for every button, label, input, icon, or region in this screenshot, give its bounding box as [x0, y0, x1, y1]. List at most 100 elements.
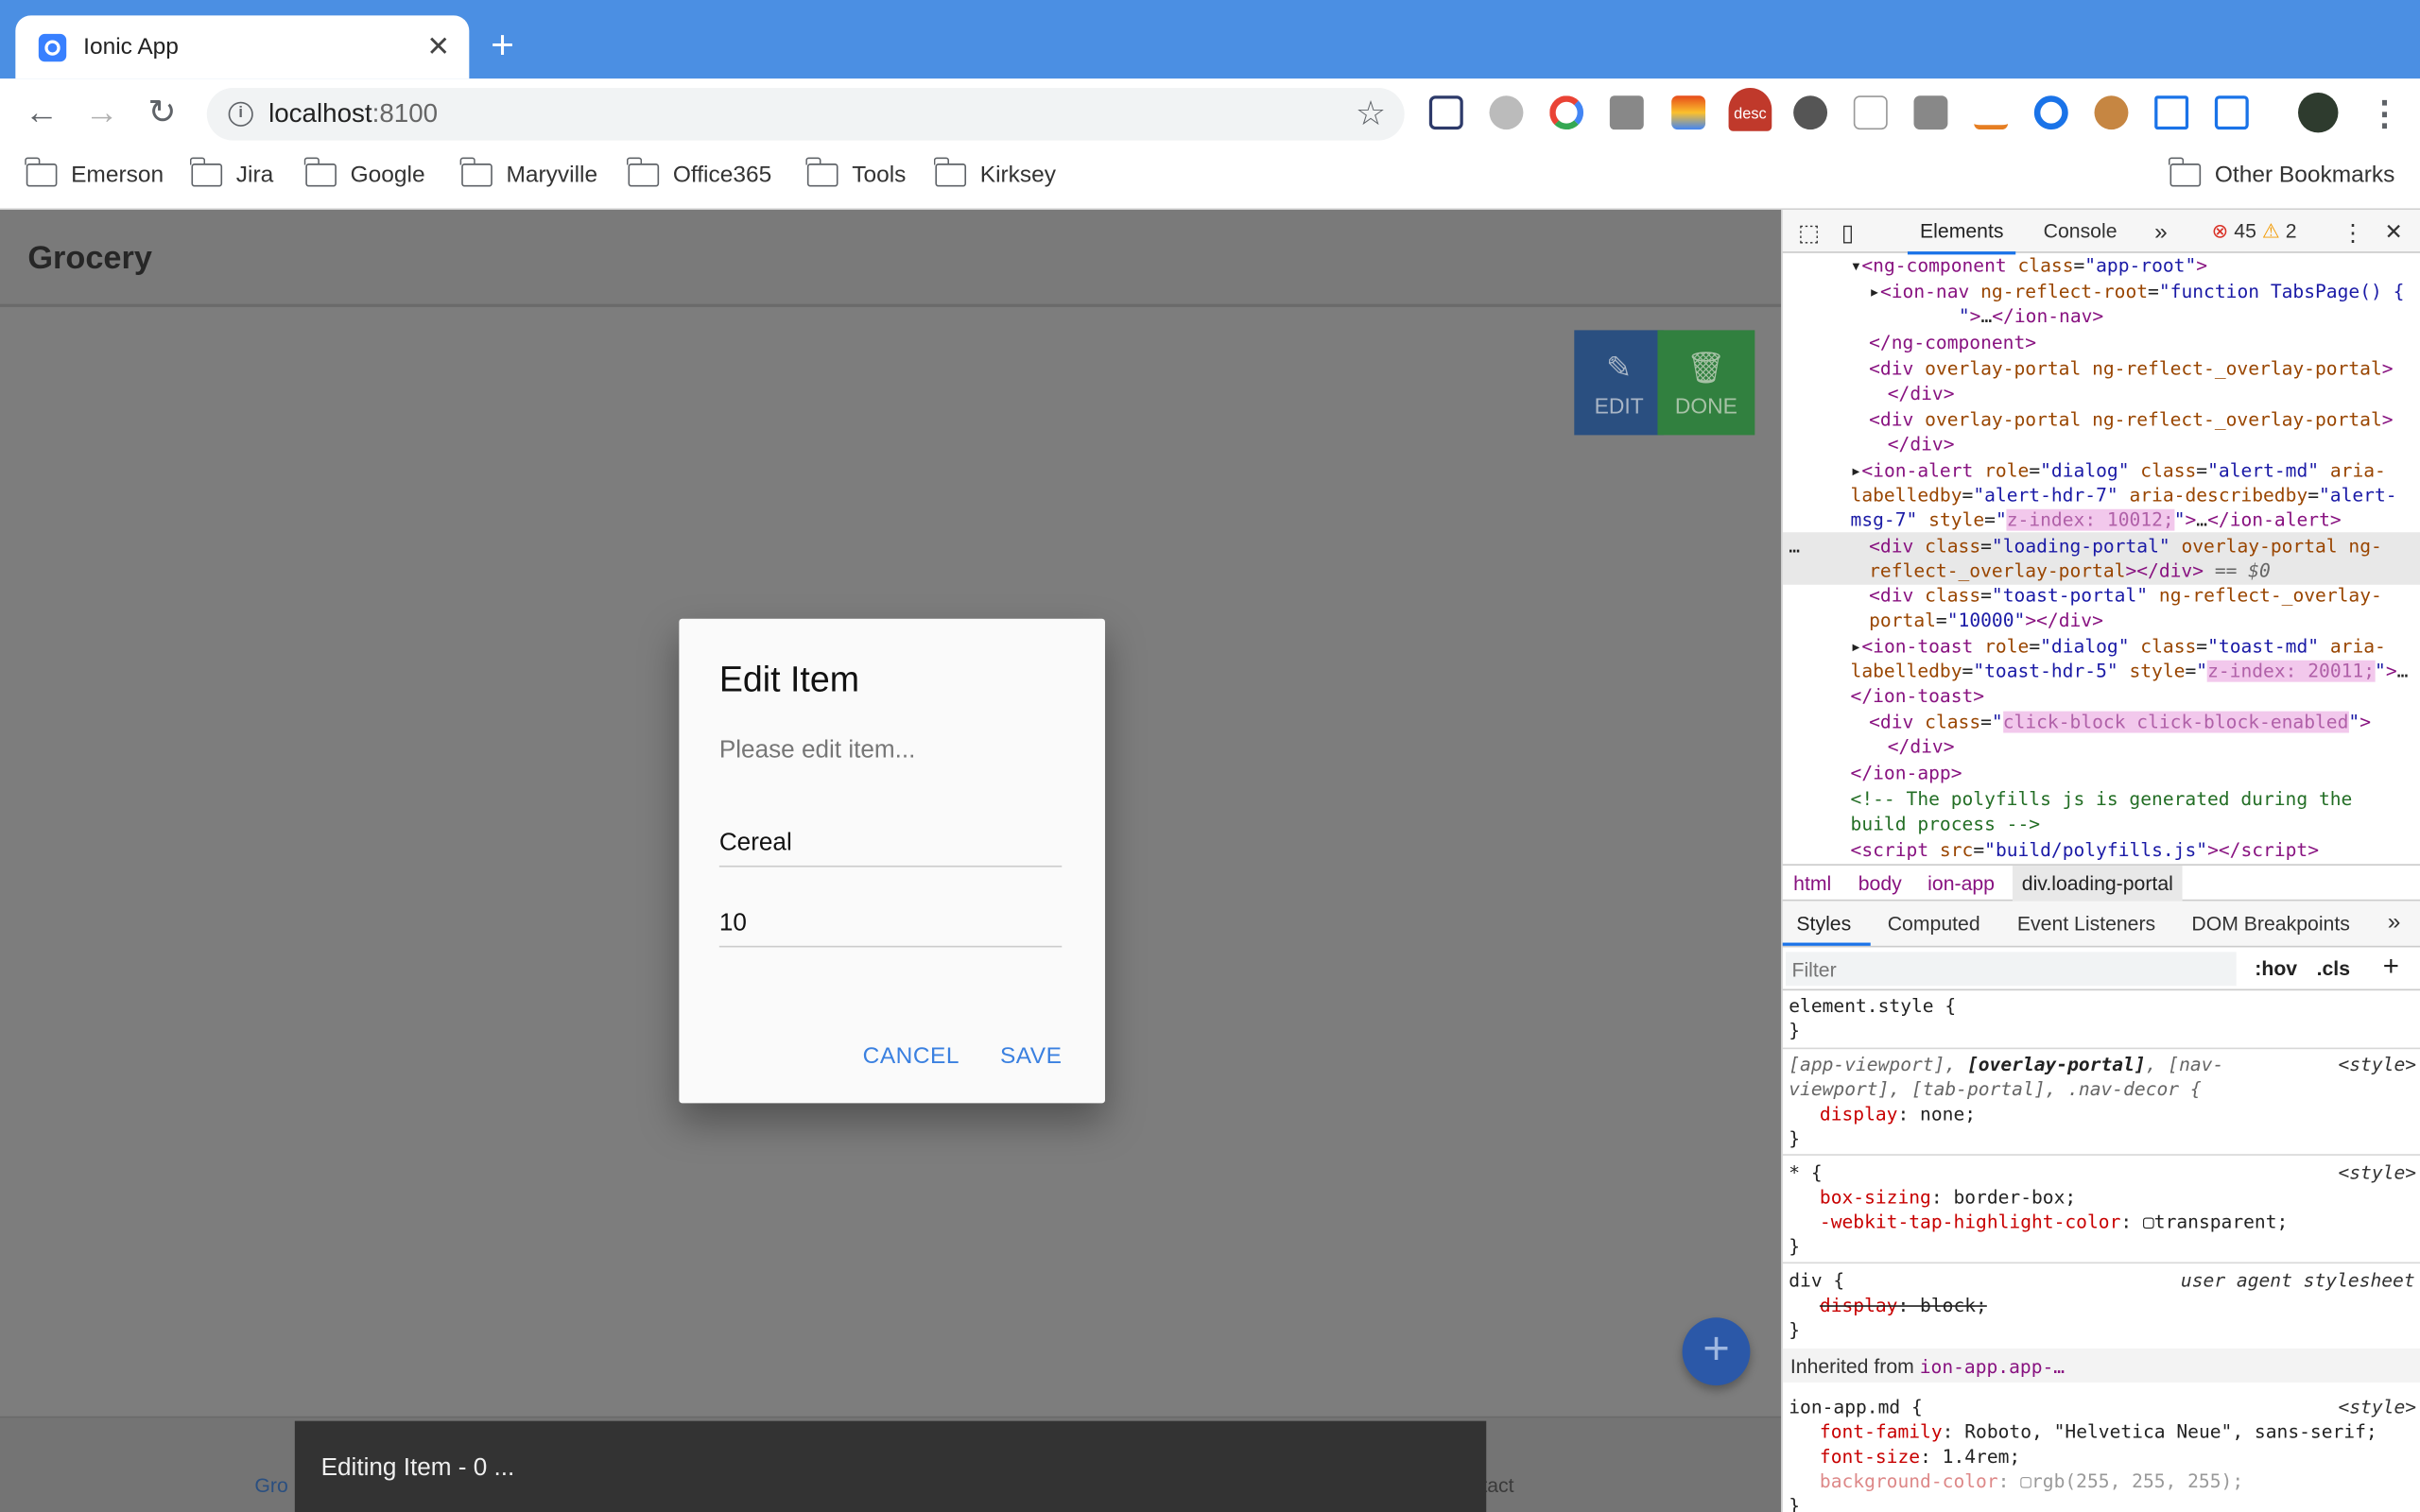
rule-property[interactable]: font-family: Roboto, "Helvetica Neue", s…	[1820, 1419, 2377, 1444]
dom-line[interactable]: ▸<ion-alert role="dialog" class="alert-m…	[1851, 458, 2386, 483]
dom-line[interactable]: <div class="toast-portal" ng-reflect-_ov…	[1869, 583, 2382, 608]
extension-c-icon[interactable]	[1549, 95, 1584, 130]
dom-line[interactable]: ▸<ion-toast role="dialog" class="toast-m…	[1851, 634, 2386, 659]
site-info-icon[interactable]: i	[228, 101, 253, 127]
dom-line[interactable]: ▾<ng-component class="app-root">	[1851, 253, 2208, 278]
extension-desc-icon[interactable]: desc	[1728, 88, 1772, 131]
bookmark-google[interactable]: Google	[303, 157, 425, 188]
rule-property[interactable]: box-sizing: border-box;	[1820, 1185, 2076, 1210]
profile-avatar[interactable]	[2298, 92, 2339, 133]
tab-computed[interactable]: Computed	[1888, 912, 1980, 935]
dom-line[interactable]: labelledby="alert-hdr-7" aria-describedb…	[1851, 483, 2397, 507]
extension-monitor-icon[interactable]	[2154, 95, 2189, 130]
tab-contact[interactable]: tact	[1481, 1473, 1513, 1496]
extension-sphere-icon[interactable]	[1793, 95, 1828, 130]
rule-source[interactable]: <style>	[2338, 1052, 2416, 1076]
class-toggle[interactable]: .cls	[2317, 956, 2350, 979]
save-button[interactable]: SAVE	[1000, 1043, 1062, 1070]
crumb-loading-portal[interactable]: div.loading-portal	[2012, 865, 2183, 902]
rule-property[interactable]: display: none;	[1820, 1102, 1976, 1126]
hover-state-toggle[interactable]: :hov	[2255, 956, 2297, 979]
styles-filter-input[interactable]	[1785, 952, 2237, 987]
reload-icon[interactable]: ↻	[141, 93, 184, 132]
bookmark-other[interactable]: Other Bookmarks	[2168, 157, 2394, 188]
item-name-input[interactable]: Cereal	[718, 815, 1063, 868]
rule-selector[interactable]: ion-app.md {	[1789, 1395, 1923, 1419]
dom-line[interactable]: <div class="click-block click-block-enab…	[1869, 710, 2371, 734]
close-tab-icon[interactable]: ✕	[420, 31, 457, 63]
error-count[interactable]: ⊗ 45 ⚠ 2	[2212, 219, 2297, 244]
dom-line[interactable]: <div overlay-portal ng-reflect-_overlay-…	[1869, 356, 2393, 381]
tab-grocery[interactable]: Gro	[254, 1473, 287, 1496]
rule-selector[interactable]: [app-viewport], [overlay-portal], [nav-	[1789, 1052, 2223, 1076]
tab-styles[interactable]: Styles	[1796, 912, 1851, 935]
extension-n-icon[interactable]	[1428, 95, 1463, 130]
dom-line[interactable]: build process -->	[1851, 812, 2041, 836]
dom-line[interactable]: msg-7" style="z-index: 10012;">…</ion-al…	[1851, 507, 2342, 532]
extension-circle-icon[interactable]	[2033, 95, 2068, 130]
extension-window-icon[interactable]	[1853, 95, 1888, 130]
devtools-menu-icon[interactable]: ⋮	[2342, 219, 2364, 247]
edit-option-button[interactable]: ✎ EDIT	[1574, 330, 1664, 436]
rule-selector[interactable]: div {	[1789, 1268, 1844, 1293]
browser-tab[interactable]: Ionic App ✕	[15, 15, 470, 79]
bookmark-office365[interactable]: Office365	[626, 157, 771, 188]
rule-element-style[interactable]: element.style {	[1789, 993, 1956, 1018]
new-tab-button[interactable]: +	[491, 22, 514, 68]
extension-camera-icon[interactable]	[1609, 95, 1644, 130]
rule-property[interactable]: background-color: ▢rgb(255, 255, 255);	[1820, 1469, 2243, 1493]
more-tabs-icon[interactable]: »	[2154, 219, 2168, 246]
address-bar[interactable]: i localhost:8100 ☆	[206, 88, 1405, 141]
dom-tree[interactable]: ▾<ng-component class="app-root"> ▸<ion-n…	[1782, 253, 2420, 865]
device-toggle-icon[interactable]: ▯	[1841, 219, 1854, 247]
back-icon[interactable]: ←	[20, 93, 63, 132]
tab-event-listeners[interactable]: Event Listeners	[2017, 912, 2155, 935]
bookmark-emerson[interactable]: Emerson	[25, 157, 164, 188]
crumb-ion-app[interactable]: ion-app	[1927, 871, 1995, 894]
rule-source[interactable]: <style>	[2338, 1395, 2416, 1419]
url-text[interactable]: localhost:8100	[268, 98, 438, 129]
bookmark-maryville[interactable]: Maryville	[459, 157, 597, 188]
extension-cookie-icon[interactable]	[2094, 95, 2129, 130]
tab-elements[interactable]: Elements	[1907, 219, 2016, 255]
bookmark-star-icon[interactable]: ☆	[1356, 94, 1386, 134]
bookmark-tools[interactable]: Tools	[805, 157, 906, 188]
item-quantity-input[interactable]: 10	[718, 895, 1063, 948]
dom-line[interactable]: </ng-component>	[1869, 330, 2036, 354]
close-devtools-icon[interactable]: ✕	[2384, 219, 2402, 246]
dom-line[interactable]: ▸<ion-nav ng-reflect-root="function Tabs…	[1869, 280, 2404, 304]
done-option-button[interactable]: 🗑 DONE	[1657, 330, 1755, 436]
dom-line[interactable]: ">…</ion-nav>	[1959, 304, 2103, 329]
rule-property[interactable]: display: block;	[1820, 1293, 1987, 1317]
crumb-body[interactable]: body	[1858, 871, 1902, 894]
dom-line[interactable]: reflect-_overlay-portal></div> == $0	[1869, 558, 2271, 583]
dom-line[interactable]: labelledby="toast-hdr-5" style="z-index:…	[1851, 659, 2408, 683]
rule-property[interactable]: font-size: 1.4rem;	[1820, 1444, 2020, 1469]
dom-line[interactable]: </div>	[1888, 432, 1955, 456]
extension-code-icon[interactable]	[1913, 95, 1948, 130]
forward-icon[interactable]: →	[80, 93, 124, 132]
dom-line[interactable]: </ion-toast>	[1851, 683, 1985, 708]
dom-line[interactable]: </div>	[1888, 381, 1955, 405]
add-item-fab[interactable]: +	[1682, 1317, 1751, 1386]
extension-color-icon[interactable]	[1671, 95, 1706, 130]
extension-disk-icon[interactable]	[1489, 95, 1524, 130]
bookmark-kirksey[interactable]: Kirksey	[933, 157, 1056, 188]
cancel-button[interactable]: CANCEL	[863, 1043, 959, 1070]
crumb-html[interactable]: html	[1793, 871, 1831, 894]
tab-dom-breakpoints[interactable]: DOM Breakpoints	[2191, 912, 2349, 935]
new-rule-icon[interactable]: +	[2383, 951, 2399, 983]
dom-line[interactable]: portal="10000"></div>	[1869, 608, 2103, 632]
dom-line[interactable]: <!-- The polyfills js is generated durin…	[1851, 787, 2353, 812]
rule-source[interactable]: <style>	[2338, 1160, 2416, 1185]
extension-tag-icon[interactable]	[2214, 95, 2249, 130]
rule-property[interactable]: -webkit-tap-highlight-color: ▢transparen…	[1820, 1210, 2288, 1234]
more-style-tabs-icon[interactable]: »	[2388, 909, 2401, 936]
dom-line[interactable]: </div>	[1888, 734, 1955, 759]
dom-line[interactable]: </ion-app>	[1851, 761, 1962, 785]
dom-line[interactable]: <div class="loading-portal" overlay-port…	[1869, 534, 2382, 558]
extension-chart-icon[interactable]	[1974, 95, 2009, 130]
rule-selector[interactable]: * {	[1789, 1160, 1822, 1185]
dom-line[interactable]: <div overlay-portal ng-reflect-_overlay-…	[1869, 407, 2393, 432]
bookmark-jira[interactable]: Jira	[189, 157, 273, 188]
